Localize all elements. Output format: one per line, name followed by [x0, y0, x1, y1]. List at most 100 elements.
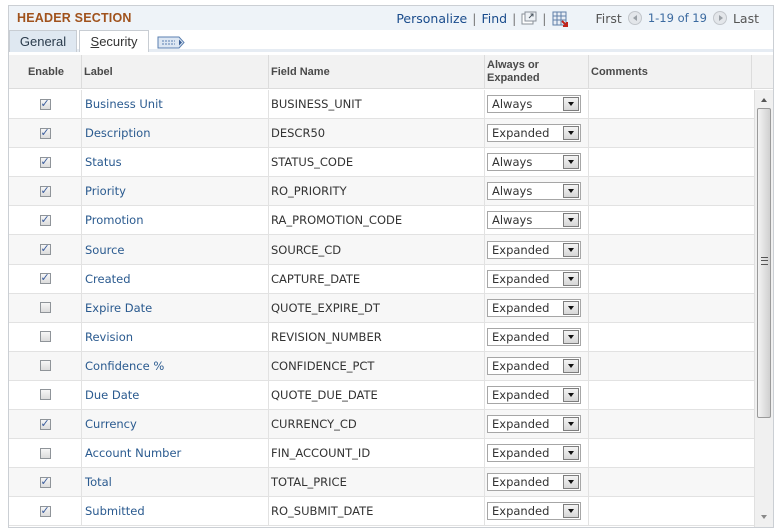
grid-header-bar: HEADER SECTION Personalize | Find | | Fi…	[9, 6, 773, 30]
enable-checkbox[interactable]	[39, 447, 51, 459]
dropdown-arrow-icon[interactable]	[563, 155, 579, 170]
dropdown-arrow-icon[interactable]	[563, 300, 579, 315]
field-name-cell: DESCR50	[269, 119, 485, 148]
dropdown-arrow-icon[interactable]	[563, 387, 579, 402]
nav-separator: |	[542, 10, 547, 26]
enable-checkbox[interactable]	[39, 184, 51, 197]
scroll-thumb[interactable]	[757, 108, 771, 418]
comments-cell	[589, 90, 754, 118]
always-expanded-cell: Expanded	[485, 293, 589, 322]
enable-checkbox[interactable]	[39, 360, 51, 372]
field-name-cell: RO_PRIORITY	[269, 177, 485, 206]
label-cell: Description	[82, 119, 269, 148]
label-cell: Account Number	[82, 439, 269, 468]
dropdown-arrow-icon[interactable]	[563, 358, 579, 373]
show-all-columns-icon[interactable]	[157, 34, 185, 49]
comments-cell	[589, 381, 754, 409]
dropdown-arrow-icon[interactable]	[563, 184, 579, 199]
always-expanded-select[interactable]: Always	[487, 211, 581, 230]
comments-cell	[589, 468, 754, 496]
dropdown-arrow-icon[interactable]	[563, 446, 579, 461]
always-expanded-select[interactable]: Expanded	[487, 356, 581, 375]
column-header-label: Label	[82, 55, 269, 89]
table-row: Promotion RA_PROMOTION_CODE Always	[9, 206, 754, 236]
always-expanded-cell: Always	[485, 177, 589, 206]
label-cell: Revision	[82, 322, 269, 351]
select-value: Always	[492, 97, 533, 112]
enable-cell	[9, 235, 82, 264]
always-expanded-select[interactable]: Expanded	[487, 473, 581, 492]
grid-navigation: Personalize | Find | | First 1-19 of 19 …	[396, 9, 759, 27]
enable-checkbox[interactable]	[39, 504, 51, 517]
column-header-always-or-expanded: Always or Expanded	[485, 55, 589, 89]
label-cell: Created	[82, 264, 269, 293]
dropdown-arrow-icon[interactable]	[563, 417, 579, 432]
enable-checkbox[interactable]	[39, 242, 51, 256]
enable-checkbox[interactable]	[39, 126, 51, 139]
enable-checkbox[interactable]	[39, 389, 51, 401]
row-counter: 1-19 of 19	[647, 11, 707, 25]
always-expanded-select[interactable]: Always	[487, 95, 581, 114]
enable-checkbox[interactable]	[39, 417, 51, 430]
always-expanded-cell: Expanded	[485, 439, 589, 468]
label-cell: Promotion	[82, 206, 269, 235]
enable-cell	[9, 90, 82, 119]
enable-cell	[9, 497, 82, 526]
scroll-down-icon[interactable]	[755, 511, 773, 525]
table-row: Due Date QUOTE_DUE_DATE Expanded	[9, 380, 754, 411]
enable-cell	[9, 322, 82, 351]
select-value: Expanded	[492, 387, 550, 402]
table-row: Source SOURCE_CD Expanded	[9, 235, 754, 265]
always-expanded-select[interactable]: Expanded	[487, 269, 581, 288]
always-expanded-select[interactable]: Expanded	[487, 124, 581, 143]
comments-cell	[589, 294, 754, 322]
field-name-cell: REVISION_NUMBER	[269, 322, 485, 351]
field-name-cell: RA_PROMOTION_CODE	[269, 206, 485, 235]
select-value: Always	[492, 184, 533, 199]
always-expanded-select[interactable]: Always	[487, 182, 581, 201]
dropdown-arrow-icon[interactable]	[563, 329, 579, 344]
dropdown-arrow-icon[interactable]	[563, 271, 579, 286]
always-expanded-cell: Expanded	[485, 380, 589, 410]
label-cell: Currency	[82, 410, 269, 439]
always-expanded-select[interactable]: Always	[487, 153, 581, 172]
select-value: Always	[492, 213, 533, 228]
dropdown-arrow-icon[interactable]	[563, 475, 579, 490]
enable-cell	[9, 119, 82, 148]
column-header-enable: Enable	[9, 55, 82, 89]
enable-checkbox[interactable]	[39, 155, 51, 168]
enable-checkbox[interactable]	[39, 475, 51, 488]
always-expanded-select[interactable]: Expanded	[487, 444, 581, 463]
scroll-up-icon[interactable]	[755, 92, 773, 106]
dropdown-arrow-icon[interactable]	[563, 504, 579, 519]
previous-icon[interactable]	[627, 11, 642, 25]
personalize-link[interactable]: Personalize	[396, 11, 467, 26]
enable-cell	[9, 380, 82, 410]
enable-checkbox[interactable]	[39, 302, 51, 314]
tab-general[interactable]: General	[9, 30, 77, 52]
enable-checkbox[interactable]	[39, 271, 51, 285]
new-window-icon[interactable]	[521, 11, 537, 25]
enable-checkbox[interactable]	[39, 97, 51, 110]
vertical-scrollbar[interactable]	[754, 90, 773, 527]
enable-checkbox[interactable]	[39, 213, 51, 226]
always-expanded-select[interactable]: Expanded	[487, 240, 581, 259]
tab-security[interactable]: Security	[79, 30, 149, 52]
scroll-grip-icon	[761, 257, 768, 265]
dropdown-arrow-icon[interactable]	[563, 242, 579, 257]
always-expanded-select[interactable]: Expanded	[487, 502, 581, 521]
column-header-field-name: Field Name	[269, 55, 485, 89]
always-expanded-select[interactable]: Expanded	[487, 298, 581, 317]
always-expanded-select[interactable]: Expanded	[487, 385, 581, 404]
always-expanded-select[interactable]: Expanded	[487, 327, 581, 346]
always-expanded-select[interactable]: Expanded	[487, 415, 581, 434]
find-link[interactable]: Find	[481, 11, 507, 26]
download-to-excel-icon[interactable]	[552, 11, 568, 27]
dropdown-arrow-icon[interactable]	[563, 126, 579, 141]
always-expanded-cell: Expanded	[485, 119, 589, 148]
dropdown-arrow-icon[interactable]	[563, 213, 579, 228]
enable-cell	[9, 148, 82, 177]
next-icon[interactable]	[712, 11, 727, 25]
dropdown-arrow-icon[interactable]	[563, 97, 579, 112]
enable-checkbox[interactable]	[39, 331, 51, 343]
